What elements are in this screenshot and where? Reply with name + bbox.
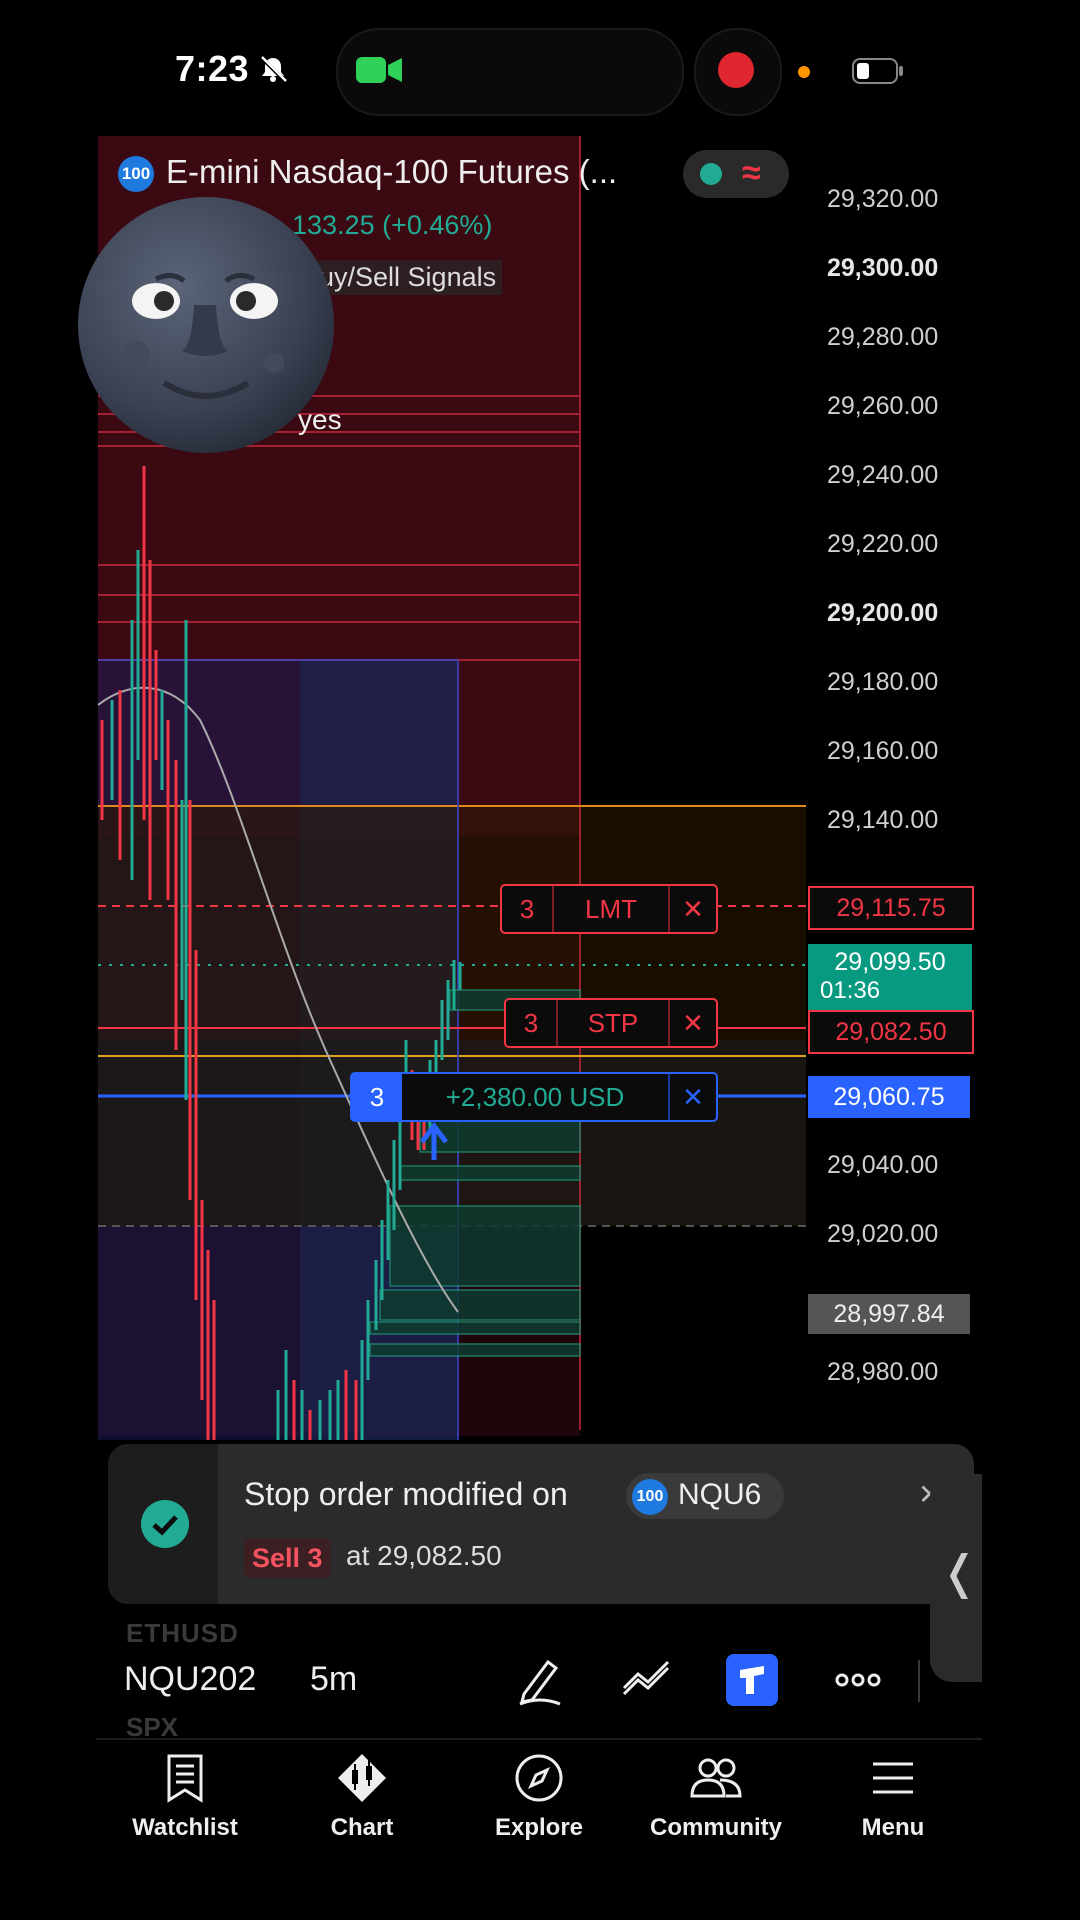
- privacy-indicator-dot: [798, 66, 810, 78]
- price-axis-label: 29,240.00: [827, 461, 939, 489]
- tab-label: Watchlist: [132, 1814, 238, 1841]
- symbol-logo: 100: [632, 1479, 668, 1515]
- record-icon[interactable]: [718, 52, 754, 88]
- tab-watchlist[interactable]: Watchlist: [96, 1752, 274, 1862]
- watchlist-icon: [167, 1754, 203, 1803]
- price-axis-label: 29,280.00: [827, 323, 939, 351]
- position-qty: 3: [352, 1074, 402, 1120]
- price-axis-label: 29,140.00: [827, 806, 939, 834]
- position-chip[interactable]: 3 +2,380.00 USD ✕: [350, 1072, 718, 1122]
- price-axis-label: 29,300.00: [827, 254, 939, 282]
- tab-label: Chart: [330, 1814, 394, 1841]
- last-price-tag: 29,099.50 01:36: [808, 944, 972, 1012]
- more-icon[interactable]: [832, 1654, 884, 1706]
- price-axis-label: 29,180.00: [827, 668, 939, 696]
- stop-qty: 3: [523, 1007, 539, 1038]
- close-position-icon[interactable]: ✕: [670, 1082, 716, 1113]
- tab-menu[interactable]: Menu: [804, 1752, 982, 1862]
- tab-label: Explore: [494, 1814, 584, 1841]
- menu-icon: [873, 1762, 913, 1794]
- tab-label: Menu: [861, 1814, 925, 1841]
- interval-selector[interactable]: 5m: [310, 1660, 357, 1699]
- marker-price-tag: 28,997.84: [808, 1294, 970, 1334]
- tab-label: Community: [650, 1814, 782, 1841]
- price-axis-label: 29,200.00: [827, 599, 939, 627]
- chart-icon: [338, 1754, 386, 1802]
- cancel-limit-order-icon[interactable]: ✕: [670, 894, 716, 925]
- bar-countdown: 01:36: [820, 977, 881, 1004]
- symbol-logo: 100: [118, 156, 154, 192]
- bell-slash-icon: [259, 55, 287, 83]
- chevron-left-icon[interactable]: ❬: [940, 1545, 979, 1599]
- pen-icon[interactable]: [514, 1654, 566, 1706]
- check-circle-icon: [141, 1500, 189, 1548]
- status-time: 7:23: [175, 48, 250, 89]
- stop-type: STP: [587, 1007, 639, 1038]
- wave-icon: ≈: [742, 154, 761, 192]
- limit-price-tag: 29,115.75: [808, 886, 974, 930]
- limit-type: LMT: [585, 893, 637, 924]
- cancel-stop-order-icon[interactable]: ✕: [670, 1008, 716, 1039]
- moon-face-emoji: [78, 197, 334, 453]
- symbol-selector[interactable]: NQU202: [124, 1660, 256, 1699]
- drawing-tools-icon[interactable]: [620, 1654, 672, 1706]
- indicator-legend[interactable]: uy/Sell Signals: [313, 260, 503, 295]
- stop-order-chip[interactable]: 3 STP ✕: [504, 998, 718, 1048]
- price-axis-label: 29,040.00: [827, 1151, 939, 1179]
- price-axis-label: 29,020.00: [827, 1220, 939, 1248]
- tabbar-divider: [96, 1738, 982, 1740]
- position-price-tag: 29,060.75: [808, 1076, 970, 1118]
- toast-detail: at 29,082.50: [346, 1540, 502, 1571]
- price-axis-label: 29,260.00: [827, 392, 939, 420]
- video-camera-icon: [356, 57, 402, 83]
- toast-title: Stop order modified on: [244, 1476, 568, 1512]
- limit-qty: 3: [519, 893, 535, 924]
- watchlist-ghost-item: ETHUSD: [126, 1618, 239, 1648]
- tab-explore[interactable]: Explore: [450, 1752, 628, 1862]
- community-icon: [690, 1758, 742, 1798]
- toast-symbol: NQU6: [678, 1478, 762, 1511]
- limit-order-chip[interactable]: 3 LMT ✕: [500, 884, 718, 934]
- tab-community[interactable]: Community: [627, 1752, 805, 1862]
- market-status-pill[interactable]: [683, 150, 789, 198]
- price-axis-label: 28,980.00: [827, 1358, 939, 1386]
- tab-chart[interactable]: Chart: [273, 1752, 451, 1862]
- toolbar-divider: [918, 1660, 920, 1702]
- trade-icon: [740, 1666, 764, 1694]
- market-open-dot-icon: [700, 163, 722, 185]
- battery-icon: [852, 58, 903, 84]
- price-axis-label: 29,220.00: [827, 530, 939, 558]
- price-axis-label: 29,320.00: [827, 185, 939, 213]
- symbol-title[interactable]: E-mini Nasdaq-100 Futures (...: [166, 153, 617, 191]
- order-toast[interactable]: [108, 1444, 974, 1604]
- stop-price-tag: 29,082.50: [808, 1010, 974, 1054]
- price-axis-label: 29,160.00: [827, 737, 939, 765]
- compass-icon: [515, 1754, 563, 1802]
- last-price: 29,099.50: [834, 948, 946, 976]
- trade-button[interactable]: [726, 1654, 778, 1706]
- position-pnl: +2,380.00 USD: [445, 1081, 625, 1112]
- toast-action-badge: Sell 3: [244, 1538, 331, 1578]
